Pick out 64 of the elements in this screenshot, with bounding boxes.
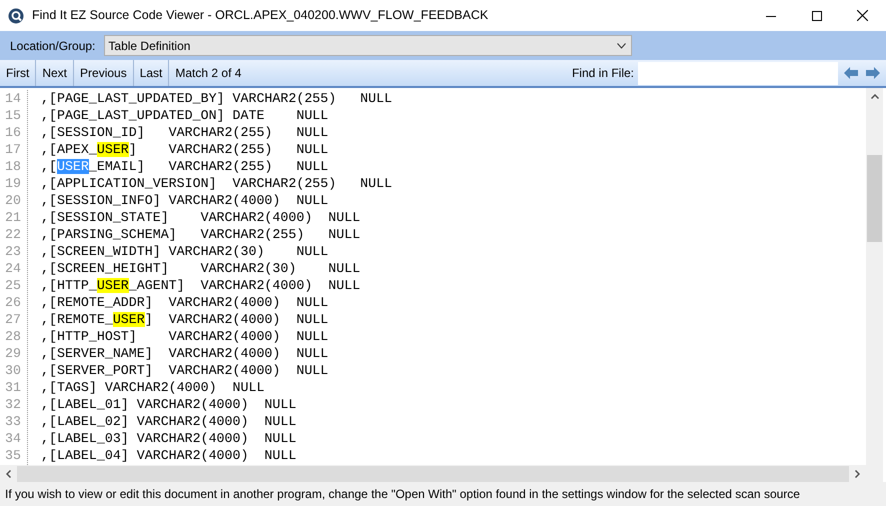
code-line: ,[SESSION_INFO] VARCHAR2(4000) NULL <box>41 192 330 209</box>
line-number: 20 <box>5 192 21 209</box>
maximize-icon[interactable] <box>812 10 822 20</box>
arrow-right-icon[interactable] <box>866 67 880 79</box>
code-line: ,[REMOTE_ADDR] VARCHAR2(4000) NULL <box>41 294 330 311</box>
nav-button[interactable]: Previous <box>74 60 134 86</box>
code-line: ,[LABEL_03] VARCHAR2(4000) NULL <box>41 430 298 447</box>
code-line: ,[SCREEN_HEIGHT] VARCHAR2(30) NULL <box>41 260 362 277</box>
code-line: ,[SCREEN_WIDTH] VARCHAR2(30) NULL <box>41 243 330 260</box>
code-line: ,[REMOTE_USER] VARCHAR2(4000) NULL <box>41 311 330 328</box>
line-number: 24 <box>5 260 21 277</box>
find-field[interactable] <box>638 62 838 84</box>
line-number: 30 <box>5 362 21 379</box>
line-number: 33 <box>5 413 21 430</box>
line-number: 28 <box>5 328 21 345</box>
arrow-left-icon[interactable] <box>844 67 858 79</box>
nav-button[interactable]: First <box>0 60 36 86</box>
line-number: 23 <box>5 243 21 260</box>
close-icon[interactable] <box>857 10 868 21</box>
line-number: 16 <box>5 124 21 141</box>
chevron-right-icon <box>855 470 860 478</box>
match-status: Match 2 of 4 <box>175 65 242 82</box>
code-line: ,[HTTP_HOST] VARCHAR2(4000) NULL <box>41 328 330 345</box>
line-number: 34 <box>5 430 21 447</box>
code-line: ,[SESSION_STATE] VARCHAR2(4000) NULL <box>41 209 362 226</box>
line-number: 27 <box>5 311 21 328</box>
line-number: 22 <box>5 226 21 243</box>
line-number: 14 <box>5 90 21 107</box>
nav-button[interactable]: Last <box>134 60 170 86</box>
nav-button[interactable]: Next <box>36 60 74 86</box>
status-text: If you wish to view or edit this document in another program, change the "Open With" option found in the settings window for the selected scan source <box>5 486 800 503</box>
line-number: 32 <box>5 396 21 413</box>
line-number: 15 <box>5 107 21 124</box>
line-number: 31 <box>5 379 21 396</box>
code-line: ,[PAGE_LAST_UPDATED_BY] VARCHAR2(255) NULL <box>41 90 392 107</box>
line-number: 18 <box>5 158 21 175</box>
code-line: ,[PARSING_SCHEMA] VARCHAR2(255) NULL <box>41 226 362 243</box>
line-number: 21 <box>5 209 21 226</box>
code-line: ,[LABEL_01] VARCHAR2(4000) NULL <box>41 396 298 413</box>
find-label: Find in File: <box>572 65 634 82</box>
chevron-left-icon <box>6 470 11 478</box>
code-line: ,[PAGE_LAST_UPDATED_ON] DATE NULL <box>41 107 330 124</box>
code-line: ,[APEX_USER] VARCHAR2(255) NULL <box>41 141 330 158</box>
line-number: 35 <box>5 447 21 464</box>
code-line: ,[SERVER_NAME] VARCHAR2(4000) NULL <box>41 345 330 362</box>
window-title: Find It EZ Source Code Viewer - ORCL.APEX_040200.WWV_FLOW_FEEDBACK <box>32 7 488 24</box>
line-number: 19 <box>5 175 21 192</box>
chevron-up-icon[interactable] <box>870 94 878 99</box>
code-line: ,[LABEL_04] VARCHAR2(4000) NULL <box>41 447 298 464</box>
line-number: 17 <box>5 141 21 158</box>
scroll-left-button[interactable] <box>0 466 17 482</box>
code-line: ,[APPLICATION_VERSION] VARCHAR2(255) NULL <box>41 175 392 192</box>
app-logo-icon <box>8 8 24 24</box>
scrollbar-thumb[interactable] <box>867 155 882 242</box>
code-line: ,[SESSION_ID] VARCHAR2(255) NULL <box>41 124 330 141</box>
line-number: 25 <box>5 277 21 294</box>
line-number: 29 <box>5 345 21 362</box>
dropdown-caret-icon <box>617 42 626 48</box>
location-label: Location/Group: <box>10 38 96 54</box>
location-dropdown[interactable]: Table Definition <box>104 35 632 56</box>
code-line: ,[LABEL_02] VARCHAR2(4000) NULL <box>41 413 298 430</box>
line-number: 26 <box>5 294 21 311</box>
code-line: ,[TAGS] VARCHAR2(4000) NULL <box>41 379 266 396</box>
code-line: ,[SERVER_PORT] VARCHAR2(4000) NULL <box>41 362 330 379</box>
